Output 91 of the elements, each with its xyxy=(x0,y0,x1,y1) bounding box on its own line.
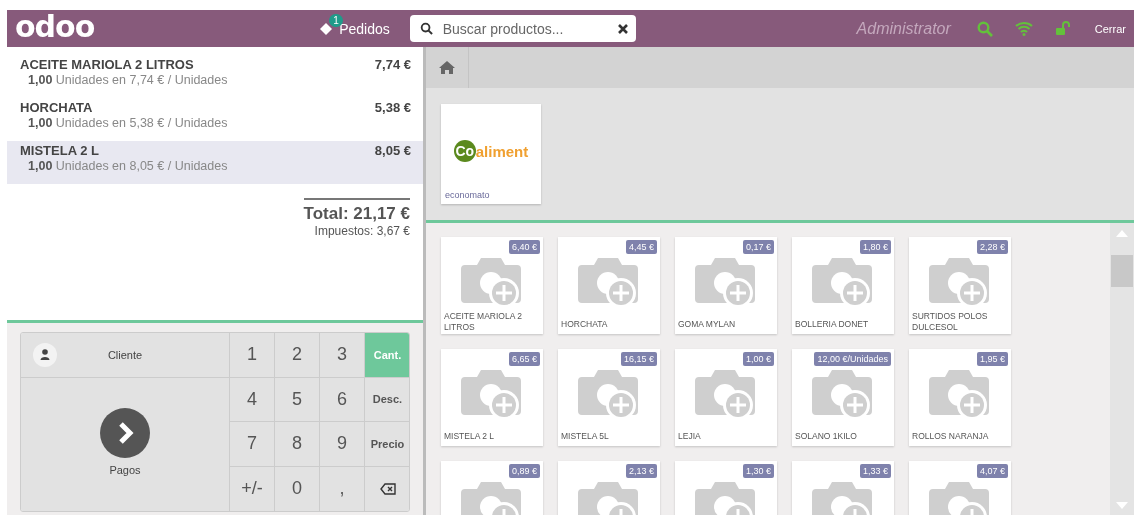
line-detail: 1,00 Unidades en 5,38 € / Unidades xyxy=(27,116,229,130)
number-key[interactable]: , xyxy=(320,466,365,511)
price-tag: 1,80 € xyxy=(859,240,891,254)
price-tag: 0,17 € xyxy=(742,240,774,254)
order-line[interactable]: HORCHATA 5,38 € 1,00 Unidades en 5,38 € / Unidades xyxy=(7,98,423,141)
product-name: ACEITE MARIOLA 2 LITROS xyxy=(443,311,523,334)
product-name: SOLANO 1KILO xyxy=(794,431,858,443)
price-tag: 16,15 € xyxy=(620,352,657,366)
backspace-icon xyxy=(379,482,396,495)
product-card[interactable]: 6,40 € ACEITE MARIOLA 2 LITROS xyxy=(441,237,543,334)
product-card[interactable]: 16,15 € MISTELA 5L xyxy=(558,349,660,446)
backspace-key[interactable] xyxy=(365,466,409,511)
product-name: BOLLERIA DONET xyxy=(794,319,870,331)
product-name: ACEITE MARIOLA 2 LITROS xyxy=(20,57,194,72)
scroll-thumb[interactable] xyxy=(1111,255,1133,287)
product-card[interactable]: 4,07 € xyxy=(909,461,1011,515)
product-card[interactable]: 0,89 € xyxy=(441,461,543,515)
product-card[interactable]: 6,65 € MISTELA 2 L xyxy=(441,349,543,446)
product-card[interactable]: 1,95 € ROLLOS NARANJA xyxy=(909,349,1011,446)
mode-key[interactable]: Precio xyxy=(365,422,409,467)
down-arrow-icon[interactable] xyxy=(1116,501,1128,509)
product-name: MISTELA 2 L xyxy=(20,143,99,158)
price-tag: 1,33 € xyxy=(859,464,891,478)
product-name: MISTELA 5L xyxy=(560,431,610,443)
number-key[interactable]: 6 xyxy=(320,377,365,422)
up-arrow-icon[interactable] xyxy=(1116,229,1128,237)
price-tag: 6,40 € xyxy=(508,240,540,254)
product-name: HORCHATA xyxy=(560,319,609,331)
logo-mark: Co xyxy=(453,140,476,162)
unlocked-icon[interactable] xyxy=(1054,21,1071,36)
payment-button[interactable]: Pagos xyxy=(21,377,230,511)
product-card[interactable]: 1,00 € LEJIA xyxy=(675,349,777,446)
number-key[interactable]: 9 xyxy=(320,422,365,467)
order-line[interactable]: ACEITE MARIOLA 2 LITROS 7,74 € 1,00 Unidades en 7,74 € / Unidades xyxy=(7,55,423,98)
number-key[interactable]: 4 xyxy=(230,377,275,422)
number-key[interactable]: 7 xyxy=(230,422,275,467)
line-price: 7,74 € xyxy=(374,57,411,72)
scrollbar[interactable] xyxy=(1110,223,1134,515)
search-box[interactable]: Buscar productos... xyxy=(409,15,636,42)
number-key[interactable]: +/- xyxy=(230,466,275,511)
product-card[interactable]: 4,45 € HORCHATA xyxy=(558,237,660,334)
product-name: HORCHATA xyxy=(20,100,93,115)
number-key[interactable]: 1 xyxy=(230,333,275,378)
product-name: ROLLOS NARANJA xyxy=(911,431,990,443)
product-card[interactable]: 1,80 € BOLLERIA DONET xyxy=(792,237,894,334)
number-key[interactable]: 2 xyxy=(275,333,320,378)
price-tag: 6,65 € xyxy=(508,352,540,366)
price-tag: 12,00 €/Unidades xyxy=(814,352,891,366)
total: Total: 21,17 € xyxy=(303,204,410,224)
line-price: 5,38 € xyxy=(374,100,411,115)
search-icon[interactable] xyxy=(976,20,993,37)
customer-button[interactable]: Cliente xyxy=(21,333,230,378)
product-name: GOMA MYLAN xyxy=(677,319,737,331)
product-card[interactable]: 2,13 € xyxy=(558,461,660,515)
price-tag: 2,28 € xyxy=(976,240,1008,254)
product-card[interactable]: 12,00 €/Unidades SOLANO 1KILO xyxy=(792,349,894,446)
user-icon xyxy=(33,342,57,367)
price-tag: 1,30 € xyxy=(742,464,774,478)
mode-key[interactable]: Desc. xyxy=(365,377,409,422)
close-button[interactable]: Cerrar xyxy=(1092,20,1128,37)
user-name: Administrator xyxy=(856,19,951,38)
product-name: LEJIA xyxy=(677,431,702,443)
logo: odoo xyxy=(15,11,95,42)
price-tag: 1,95 € xyxy=(976,352,1008,366)
number-key[interactable]: 3 xyxy=(320,333,365,378)
category-card[interactable]: Coaliment economato xyxy=(441,104,541,204)
product-name: MISTELA 2 L xyxy=(443,431,496,443)
price-tag: 2,13 € xyxy=(625,464,657,478)
category-label: economato xyxy=(444,190,491,202)
price-tag: 1,00 € xyxy=(742,352,774,366)
taxes: Impuestos: 3,67 € xyxy=(314,224,410,238)
chevron-right-icon xyxy=(100,407,150,458)
line-detail: 1,00 Unidades en 7,74 € / Unidades xyxy=(27,73,229,87)
product-card[interactable]: 1,30 € xyxy=(675,461,777,515)
line-price: 8,05 € xyxy=(374,143,411,158)
number-key[interactable]: 5 xyxy=(275,377,320,422)
product-name: SURTIDOS POLOS DULCESOL xyxy=(911,311,989,334)
search-icon xyxy=(419,22,433,35)
clear-icon[interactable] xyxy=(617,23,628,34)
home-icon xyxy=(438,60,456,75)
wifi-icon[interactable] xyxy=(1014,21,1033,36)
product-card[interactable]: 0,17 € GOMA MYLAN xyxy=(675,237,777,334)
product-card[interactable]: 2,28 € SURTIDOS POLOS DULCESOL xyxy=(909,237,1011,334)
number-key[interactable]: 0 xyxy=(275,466,320,511)
product-card[interactable]: 1,33 € xyxy=(792,461,894,515)
number-key[interactable]: 8 xyxy=(275,422,320,467)
line-detail: 1,00 Unidades en 8,05 € / Unidades xyxy=(27,159,229,173)
price-tag: 4,07 € xyxy=(976,464,1008,478)
price-tag: 4,45 € xyxy=(625,240,657,254)
price-tag: 0,89 € xyxy=(508,464,540,478)
logo-text: aliment xyxy=(475,142,529,160)
